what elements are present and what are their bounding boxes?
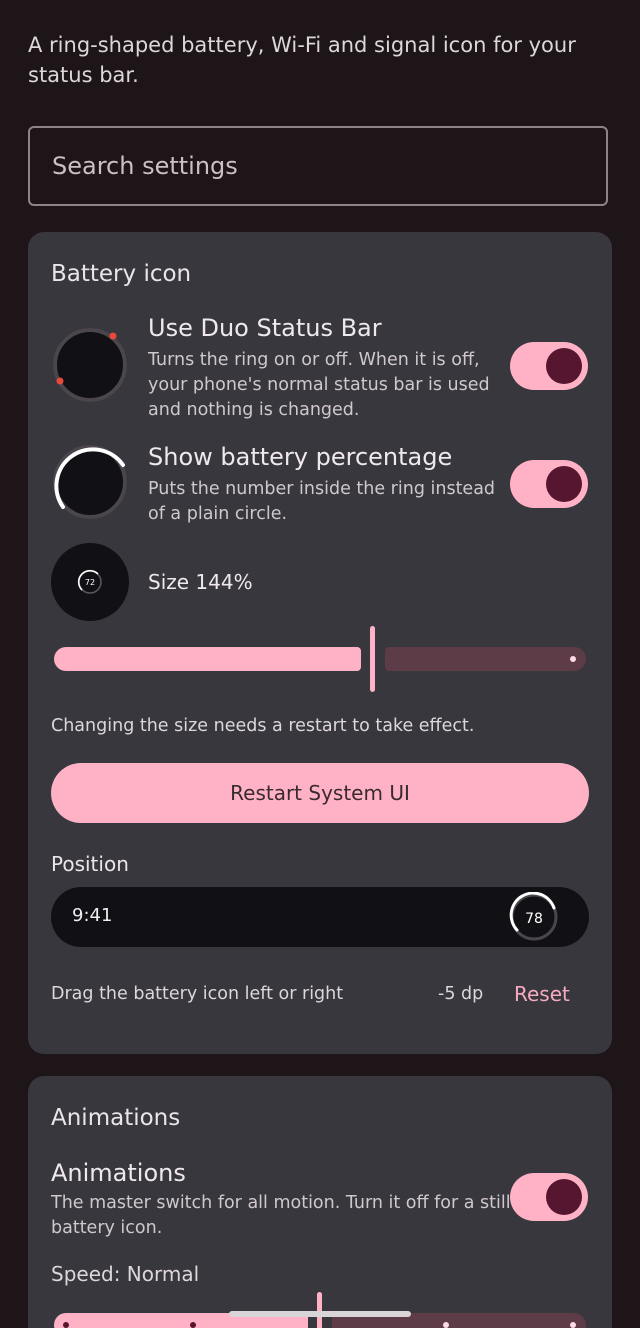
use-duo-subtitle: Turns the ring on or off. When it is off… <box>148 350 490 420</box>
slider-tick <box>443 1322 449 1328</box>
size-icon-number: 72 <box>85 578 95 587</box>
reset-button[interactable]: Reset <box>514 982 570 1006</box>
animations-card: Animations Animations The master switch … <box>28 1076 612 1328</box>
size-preview-icon: 72 <box>51 543 129 621</box>
settings-page: A ring-shaped battery, Wi-Fi and signal … <box>0 0 640 1328</box>
show-percentage-toggle[interactable] <box>510 460 588 508</box>
animations-toggle[interactable] <box>510 1173 588 1221</box>
position-preview-bar[interactable]: 9:41 78 <box>51 887 589 947</box>
app-description: A ring-shaped battery, Wi-Fi and signal … <box>28 33 576 87</box>
size-slider-inactive-track <box>385 647 586 671</box>
animations-master-subtitle: The master switch for all motion. Turn i… <box>51 1193 511 1238</box>
ring-progress-icon <box>53 445 127 519</box>
slider-tick <box>63 1322 69 1328</box>
search-input[interactable]: Search settings <box>28 126 608 206</box>
drag-hint: Drag the battery icon left or right <box>51 984 344 1004</box>
show-percentage-subtitle: Puts the number inside the ring instead … <box>148 479 496 524</box>
slider-tick <box>570 1322 576 1328</box>
ring-preview-icon <box>53 328 127 402</box>
preview-battery-ring-icon[interactable]: 78 <box>509 892 559 942</box>
toggle-knob <box>546 466 582 502</box>
home-indicator[interactable] <box>229 1311 411 1317</box>
use-duo-toggle[interactable] <box>510 342 588 390</box>
show-percentage-title: Show battery percentage <box>148 443 453 471</box>
restart-note: Changing the size needs a restart to tak… <box>51 716 475 736</box>
restart-system-ui-button[interactable]: Restart System UI <box>51 763 589 823</box>
toggle-knob <box>546 1179 582 1215</box>
animations-master-title: Animations <box>51 1159 186 1187</box>
toggle-knob <box>546 348 582 384</box>
size-slider-handle[interactable] <box>370 626 375 692</box>
preview-battery-number: 78 <box>525 911 543 927</box>
search-placeholder: Search settings <box>52 152 238 180</box>
slider-tick <box>190 1322 196 1328</box>
battery-section-title: Battery icon <box>51 261 192 287</box>
preview-time: 9:41 <box>72 905 113 926</box>
speed-label: Speed: Normal <box>51 1262 200 1286</box>
speed-slider-handle[interactable] <box>317 1292 322 1328</box>
size-label: Size 144% <box>148 570 253 594</box>
slider-tick <box>570 656 576 662</box>
size-slider-active-track <box>54 647 361 671</box>
animations-section-title: Animations <box>51 1105 181 1131</box>
battery-icon-card: Battery icon Use Duo Status Bar Turns th… <box>28 232 612 1054</box>
offset-value: -5 dp <box>438 984 484 1004</box>
use-duo-title: Use Duo Status Bar <box>148 314 382 342</box>
position-label: Position <box>51 852 129 876</box>
